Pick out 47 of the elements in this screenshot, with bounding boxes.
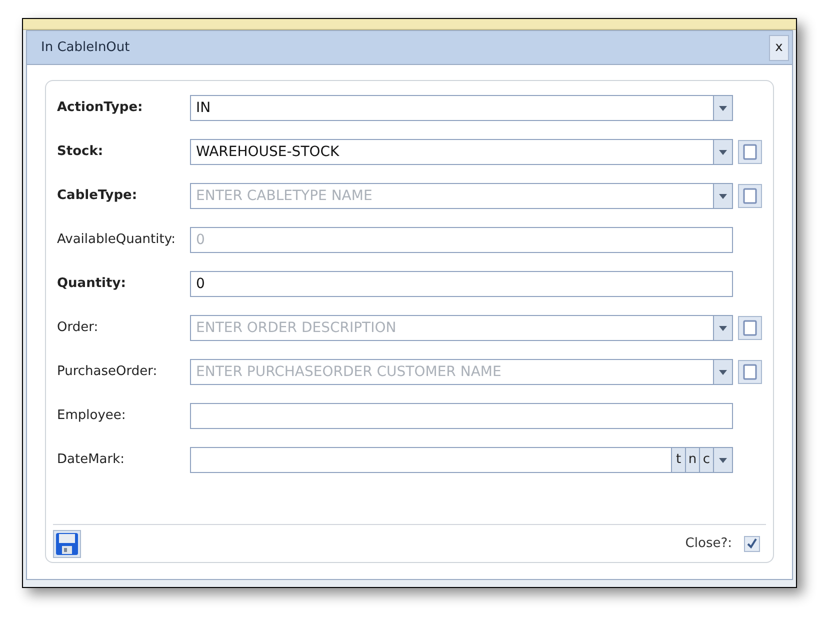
close-button[interactable]: x [769, 34, 789, 60]
field-label: ActionType: [57, 99, 144, 118]
checkmark-icon [746, 538, 758, 550]
square-icon [743, 188, 757, 204]
combo-field[interactable]: ENTER CABLETYPE NAME [190, 183, 713, 209]
field-label: Stock: [57, 143, 104, 162]
close-checkbox[interactable] [744, 536, 760, 552]
input-field[interactable] [190, 403, 733, 429]
caret-icon [719, 370, 727, 374]
dropdown-button[interactable] [713, 95, 733, 121]
caret-icon [719, 150, 727, 154]
field-label: Order: [57, 319, 100, 338]
field-label: AvailableQuantity: [57, 231, 176, 250]
date-shortcut-button[interactable]: c [699, 447, 713, 473]
dropdown-button[interactable] [713, 139, 733, 165]
combo-field[interactable]: WAREHOUSE-STOCK [190, 139, 713, 165]
close-checkbox-label: Close?: [685, 534, 732, 553]
combo-field[interactable]: ENTER ORDER DESCRIPTION [190, 315, 713, 341]
window-title: In CableInOut [41, 38, 130, 57]
date-shortcut-button[interactable]: n [685, 447, 699, 473]
add-button[interactable] [738, 140, 762, 164]
combo-field[interactable]: ENTER PURCHASEORDER CUSTOMER NAME [190, 359, 713, 385]
date-field[interactable] [190, 447, 671, 473]
field-label: PurchaseOrder: [57, 363, 158, 382]
field-label: DateMark: [57, 451, 126, 470]
dropdown-button[interactable] [713, 183, 733, 209]
field-label: Quantity: [57, 275, 127, 294]
input-field[interactable]: 0 [190, 227, 733, 253]
date-shortcut-button[interactable]: t [671, 447, 685, 473]
save-button[interactable] [53, 530, 81, 558]
square-icon [743, 320, 757, 336]
add-button[interactable] [738, 184, 762, 208]
dropdown-button[interactable] [713, 359, 733, 385]
input-field[interactable]: 0 [190, 271, 733, 297]
dropdown-button[interactable] [713, 447, 733, 473]
field-label: Employee: [57, 407, 127, 426]
caret-icon [719, 326, 727, 330]
add-button[interactable] [738, 316, 762, 340]
caret-icon [719, 458, 727, 462]
caret-icon [719, 194, 727, 198]
square-icon [743, 364, 757, 380]
dropdown-button[interactable] [713, 315, 733, 341]
square-icon [743, 144, 757, 160]
caret-icon [719, 106, 727, 110]
combo-field[interactable]: IN [190, 95, 713, 121]
field-label: CableType: [57, 187, 138, 206]
add-button[interactable] [738, 360, 762, 384]
